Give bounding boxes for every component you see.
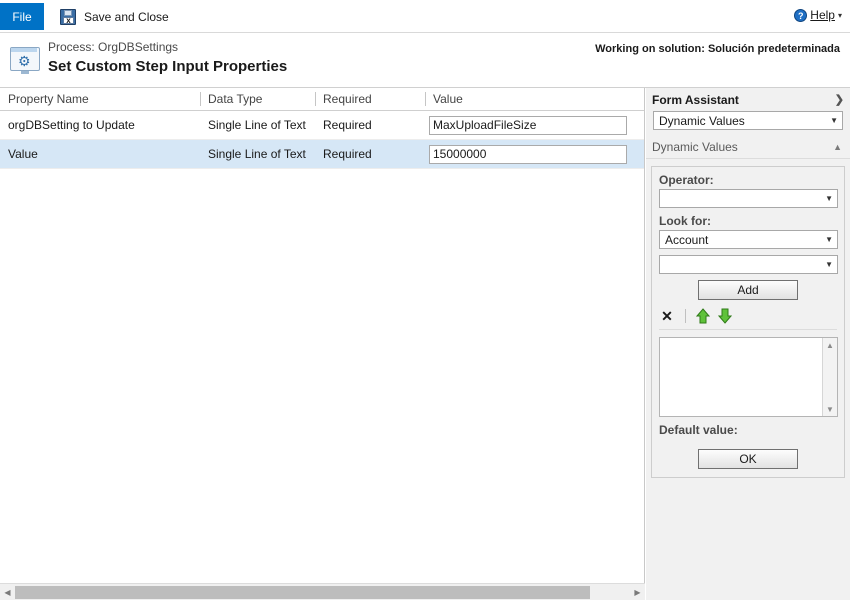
- help-label: Help: [810, 8, 835, 22]
- chevron-down-icon: ▼: [825, 260, 833, 269]
- table-row[interactable]: Value Single Line of Text Required: [0, 140, 644, 169]
- scroll-down-icon[interactable]: ▼: [823, 402, 837, 416]
- dynamic-values-listbox[interactable]: ▲ ▼: [659, 337, 838, 417]
- form-assistant-header: Form Assistant ❯: [646, 88, 850, 111]
- solution-note: Working on solution: Solución predetermi…: [595, 43, 840, 55]
- toolbar-separator: [685, 308, 686, 323]
- properties-grid-pane: Property Name Data Type Required Value o…: [0, 88, 645, 600]
- dynamic-values-section-title: Dynamic Values: [652, 139, 738, 154]
- dynamic-values-section-header[interactable]: Dynamic Values ▲: [646, 135, 850, 159]
- dynamic-values-list-area[interactable]: [660, 338, 822, 416]
- file-tab[interactable]: File: [0, 3, 44, 30]
- save-and-close-button[interactable]: x Save and Close: [55, 4, 174, 29]
- look-for-field-select[interactable]: ▼: [659, 255, 838, 274]
- help-question-icon: ?: [794, 8, 808, 22]
- column-header-property-name[interactable]: Property Name: [0, 88, 200, 110]
- default-value-label: Default value:: [659, 423, 738, 437]
- ribbon-bar: File x Save and Close ? Help ▾: [0, 0, 850, 33]
- dynamic-values-toolbar: ✕: [659, 304, 837, 330]
- cell-value: [425, 144, 644, 164]
- column-header-value[interactable]: Value: [425, 88, 644, 110]
- horizontal-scroll-thumb[interactable]: [15, 585, 590, 599]
- triangle-up-icon[interactable]: ▲: [833, 142, 842, 152]
- scroll-right-icon[interactable]: ▶: [630, 585, 645, 600]
- value-input-orgdbsetting[interactable]: [429, 115, 627, 135]
- arrow-up-green-icon[interactable]: [696, 307, 710, 324]
- delete-x-icon[interactable]: ✕: [659, 308, 675, 324]
- ok-button-row: OK: [659, 449, 837, 469]
- save-floppy-icon: x: [60, 8, 78, 26]
- arrow-down-green-icon[interactable]: [718, 308, 732, 324]
- form-assistant-mode-select[interactable]: Dynamic Values ▼: [653, 111, 843, 130]
- form-assistant-title: Form Assistant: [652, 92, 739, 107]
- grid-header-row: Property Name Data Type Required Value: [0, 88, 644, 111]
- form-assistant-pane: Form Assistant ❯ Dynamic Values ▼ Dynami…: [646, 88, 850, 600]
- process-gear-icon: ⚙: [10, 47, 40, 75]
- chevron-right-icon[interactable]: ❯: [835, 93, 844, 106]
- cell-property-name: orgDBSetting to Update: [8, 117, 135, 132]
- grid-empty-area: [0, 169, 644, 571]
- form-assistant-mode-value: Dynamic Values: [659, 113, 745, 128]
- column-header-data-type[interactable]: Data Type: [200, 88, 315, 110]
- horizontal-scroll-track[interactable]: [15, 585, 630, 600]
- column-header-required[interactable]: Required: [315, 88, 425, 110]
- page-title: Set Custom Step Input Properties: [48, 58, 288, 75]
- cell-required: Required: [323, 117, 372, 132]
- look-for-entity-select[interactable]: Account ▼: [659, 230, 838, 249]
- chevron-down-icon[interactable]: ▾: [838, 11, 842, 20]
- cell-property-name: Value: [8, 146, 38, 161]
- listbox-vertical-scrollbar[interactable]: ▲ ▼: [822, 338, 837, 416]
- save-and-close-label: Save and Close: [84, 9, 169, 24]
- chevron-down-icon: ▼: [825, 194, 833, 203]
- help-link[interactable]: ? Help ▾: [794, 8, 842, 22]
- scroll-up-icon[interactable]: ▲: [823, 338, 837, 352]
- look-for-label: Look for:: [659, 214, 711, 228]
- operator-select[interactable]: ▼: [659, 189, 838, 208]
- chevron-down-icon: ▼: [825, 235, 833, 244]
- operator-label: Operator:: [659, 173, 714, 187]
- cell-required: Required: [323, 146, 372, 161]
- ok-button[interactable]: OK: [698, 449, 798, 469]
- horizontal-scrollbar[interactable]: ◀ ▶: [0, 583, 645, 600]
- cell-data-type: Single Line of Text: [208, 117, 306, 132]
- chevron-down-icon: ▼: [830, 116, 838, 125]
- scroll-left-icon[interactable]: ◀: [0, 585, 15, 600]
- look-for-entity-value: Account: [665, 232, 709, 247]
- page-header: ⚙ Process: OrgDBSettings Set Custom Step…: [0, 33, 850, 88]
- table-row[interactable]: orgDBSetting to Update Single Line of Te…: [0, 111, 644, 140]
- dynamic-values-box: Operator: ▼ Look for: Account ▼ ▼ Add ✕: [651, 166, 845, 478]
- cell-data-type: Single Line of Text: [208, 146, 306, 161]
- cell-value: [425, 115, 644, 135]
- add-button-row: Add: [659, 280, 837, 300]
- add-button[interactable]: Add: [698, 280, 798, 300]
- file-tab-label: File: [12, 9, 32, 24]
- body-split: Property Name Data Type Required Value o…: [0, 88, 850, 600]
- value-input-value[interactable]: [429, 144, 627, 164]
